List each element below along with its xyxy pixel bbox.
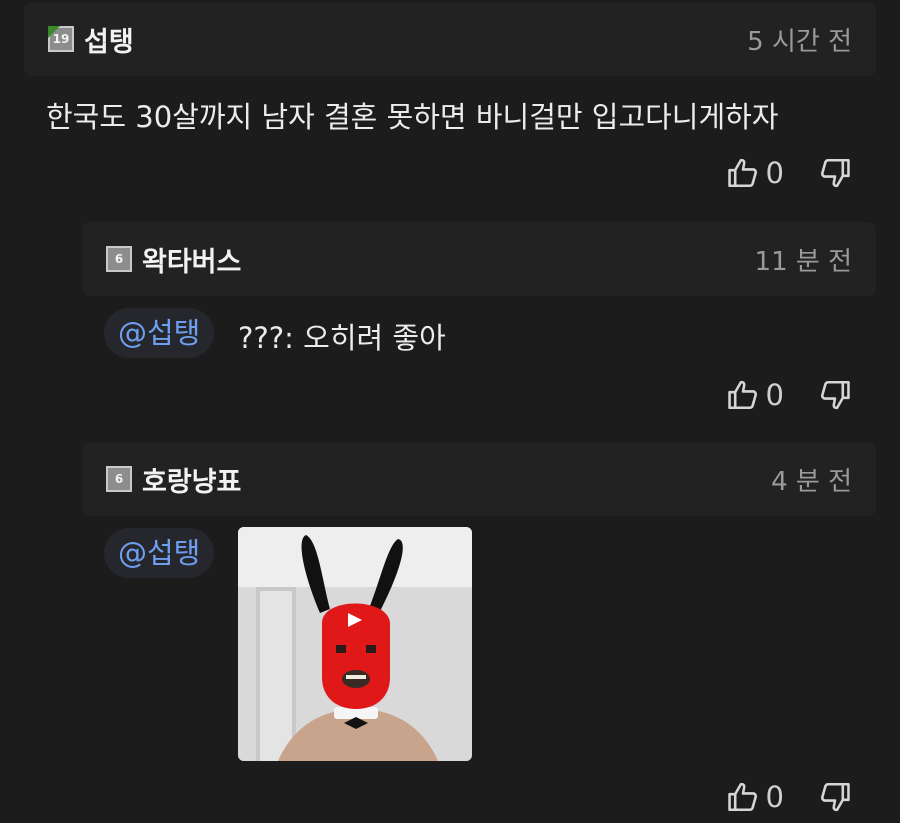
username[interactable]: 섭탱 <box>84 20 134 59</box>
attached-photo[interactable] <box>238 527 472 761</box>
mention-tag[interactable]: @섭탱 <box>104 528 215 578</box>
thumbs-down-icon[interactable] <box>818 378 852 412</box>
thumbs-up-icon[interactable] <box>726 156 760 190</box>
thumbs-down-icon[interactable] <box>818 780 852 814</box>
timestamp: 11 분 전 <box>754 246 852 277</box>
level-badge: 19 <box>48 26 74 52</box>
timestamp: 4 분 전 <box>771 466 852 497</box>
vote-row: 0 <box>726 780 852 814</box>
reply-header: 6 호랑냥표 4 분 전 <box>82 442 876 516</box>
thumbs-up-icon[interactable] <box>726 780 760 814</box>
like-count: 0 <box>765 780 784 814</box>
comment-author[interactable]: 19 섭탱 <box>48 20 134 59</box>
reply-header: 6 왁타버스 11 분 전 <box>82 222 876 296</box>
comment-text: 한국도 30살까지 남자 결혼 못하면 바니걸만 입고다니게하자 <box>46 100 779 134</box>
like-count: 0 <box>765 378 784 412</box>
comment-author[interactable]: 6 왁타버스 <box>106 240 241 279</box>
thumbs-up-icon[interactable] <box>726 378 760 412</box>
thumbs-down-icon[interactable] <box>818 156 852 190</box>
comment-header: 19 섭탱 5 시간 전 <box>24 2 876 76</box>
like-count: 0 <box>765 156 784 190</box>
username[interactable]: 왁타버스 <box>142 240 241 279</box>
level-badge: 6 <box>106 466 132 492</box>
timestamp: 5 시간 전 <box>747 26 852 57</box>
level-badge: 6 <box>106 246 132 272</box>
comment-author[interactable]: 6 호랑냥표 <box>106 460 241 499</box>
comment-text: ???: 오히려 좋아 <box>238 321 446 355</box>
vote-row: 0 <box>726 378 852 412</box>
vote-row: 0 <box>726 156 852 190</box>
username[interactable]: 호랑냥표 <box>142 460 241 499</box>
mention-tag[interactable]: @섭탱 <box>104 308 215 358</box>
